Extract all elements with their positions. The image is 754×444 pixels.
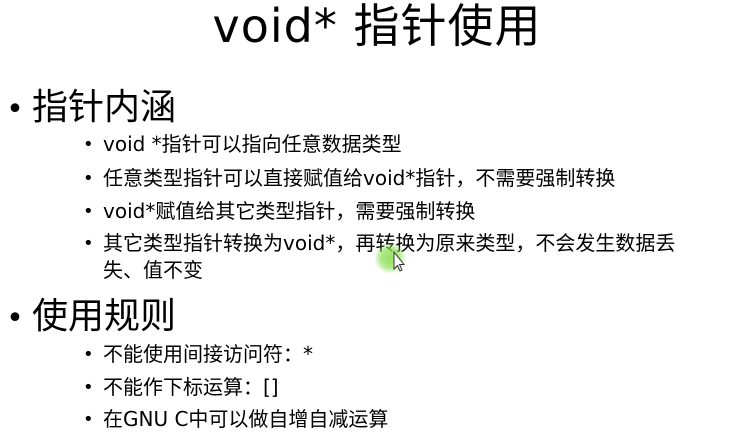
- list-item-text: void*赋值给其它类型指针，需要强制转换: [103, 199, 476, 223]
- list-item: • 不能使用间接访问符：*: [83, 341, 733, 368]
- item-bullet: •: [83, 409, 94, 430]
- list-item: • void*赋值给其它类型指针，需要强制转换: [83, 198, 733, 225]
- section-heading-pointer-meaning: • 指针内涵: [0, 88, 176, 130]
- section-heading-usage-rules: • 使用规则: [0, 297, 176, 339]
- section-heading-label: 使用规则: [32, 296, 177, 337]
- section-bullet: •: [6, 92, 24, 127]
- list-item-text: 在GNU C中可以做自增自减运算: [103, 407, 389, 431]
- list-item: • 在GNU C中可以做自增自减运算: [83, 406, 733, 433]
- mouse-pointer-icon: [374, 242, 406, 274]
- item-bullet: •: [83, 377, 94, 398]
- list-item: • 任意类型指针可以直接赋值给void*指针，不需要强制转换: [83, 165, 733, 192]
- section-bullet: •: [6, 301, 24, 336]
- item-bullet: •: [83, 168, 94, 189]
- item-bullet: •: [83, 134, 94, 155]
- list-item-text: 不能使用间接访问符：*: [103, 342, 313, 366]
- item-bullet: •: [83, 344, 94, 365]
- list-item: • 不能作下标运算：[]: [83, 374, 733, 401]
- item-bullet: •: [83, 233, 94, 254]
- list-item: • void *指针可以指向任意数据类型: [83, 131, 733, 158]
- list-item-text: 其它类型指针转换为void*，再转换为原来类型，不会发生数据丢失、值不变: [103, 231, 676, 282]
- item-bullet: •: [83, 201, 94, 222]
- list-item-text: 不能作下标运算：[]: [103, 375, 279, 399]
- list-item-text: void *指针可以指向任意数据类型: [103, 132, 402, 156]
- list-item-text: 任意类型指针可以直接赋值给void*指针，不需要强制转换: [103, 166, 616, 190]
- section-heading-label: 指针内涵: [32, 87, 177, 128]
- slide-title: void* 指针使用: [212, 0, 542, 53]
